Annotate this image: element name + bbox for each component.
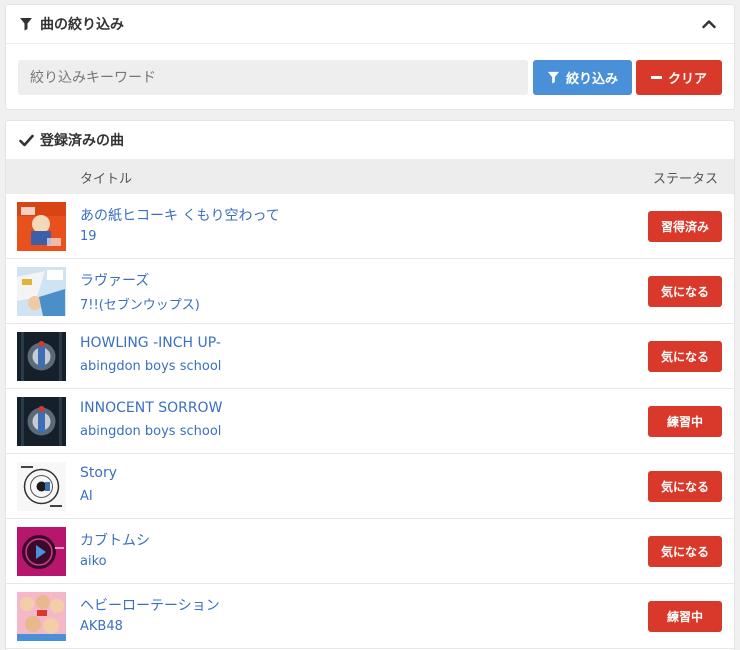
filter-button-label: 絞り込み <box>565 72 618 87</box>
song-row: ラヴァーズ 7!!(セブンウップス) 気になる <box>6 259 734 324</box>
album-art[interactable] <box>17 397 66 446</box>
filter-panel: 曲の絞り込み 絞り込み クリア <box>5 4 735 110</box>
song-title[interactable]: ラヴァーズ <box>80 270 149 290</box>
status-button[interactable]: 練習中 <box>648 406 722 437</box>
song-title[interactable]: ヘビーローテーション <box>80 595 220 615</box>
registered-songs-panel: 登録済みの曲 タイトル ステータス あの紙ヒコーキ くもり空わって 19 習得済… <box>5 120 735 650</box>
clear-button-label: クリア <box>667 72 707 87</box>
song-artist[interactable]: 7!!(セブンウップス) <box>80 294 200 313</box>
song-title[interactable]: Story <box>80 465 117 481</box>
song-artist[interactable]: 19 <box>80 229 97 244</box>
album-art[interactable] <box>17 527 66 576</box>
album-art[interactable] <box>17 332 66 381</box>
album-art[interactable] <box>17 462 66 511</box>
album-art[interactable] <box>17 592 66 641</box>
song-row: Story AI 気になる <box>6 454 734 519</box>
song-title[interactable]: あの紙ヒコーキ くもり空わって <box>80 205 280 225</box>
keyword-input[interactable] <box>18 60 528 95</box>
song-row: INNOCENT SORROW abingdon boys school 練習中 <box>6 389 734 454</box>
song-list: あの紙ヒコーキ くもり空わって 19 習得済み ラヴァーズ 7!!(セブンウップ… <box>6 194 734 649</box>
songs-panel-title: 登録済みの曲 <box>40 133 124 149</box>
filter-icon <box>547 71 560 84</box>
minus-icon <box>650 72 662 83</box>
songs-panel-header: 登録済みの曲 <box>6 121 734 160</box>
song-row: HOWLING -INCH UP- abingdon boys school 気… <box>6 324 734 389</box>
status-button[interactable]: 練習中 <box>648 601 722 632</box>
status-button[interactable]: 気になる <box>648 471 722 502</box>
status-button[interactable]: 習得済み <box>648 211 722 242</box>
song-title[interactable]: カブトムシ <box>80 530 150 550</box>
column-header-title: タイトル <box>80 171 133 187</box>
song-artist[interactable]: AI <box>80 489 93 504</box>
table-header: タイトル ステータス <box>6 160 734 194</box>
song-artist[interactable]: abingdon boys school <box>80 424 221 439</box>
status-button[interactable]: 気になる <box>648 276 722 307</box>
filter-panel-title: 曲の絞り込み <box>40 17 124 33</box>
filter-button[interactable]: 絞り込み <box>533 60 632 95</box>
status-button[interactable]: 気になる <box>648 536 722 567</box>
song-title[interactable]: HOWLING -INCH UP- <box>80 335 221 351</box>
filter-row: 絞り込み クリア <box>18 60 722 95</box>
column-header-status: ステータス <box>652 171 718 187</box>
song-row: カブトムシ aiko 気になる <box>6 519 734 584</box>
status-button[interactable]: 気になる <box>648 341 722 372</box>
song-artist[interactable]: AKB48 <box>80 619 123 634</box>
song-artist[interactable]: aiko <box>80 554 107 569</box>
album-art[interactable] <box>17 202 66 251</box>
chevron-up-icon[interactable] <box>700 15 718 33</box>
filter-panel-header: 曲の絞り込み <box>6 5 734 44</box>
song-title[interactable]: INNOCENT SORROW <box>80 400 222 416</box>
album-art[interactable] <box>17 267 66 316</box>
check-icon <box>18 132 34 148</box>
song-artist[interactable]: abingdon boys school <box>80 359 221 374</box>
song-row: ヘビーローテーション AKB48 練習中 <box>6 584 734 649</box>
song-row: あの紙ヒコーキ くもり空わって 19 習得済み <box>6 194 734 259</box>
filter-icon <box>18 16 34 32</box>
clear-button[interactable]: クリア <box>636 60 722 95</box>
